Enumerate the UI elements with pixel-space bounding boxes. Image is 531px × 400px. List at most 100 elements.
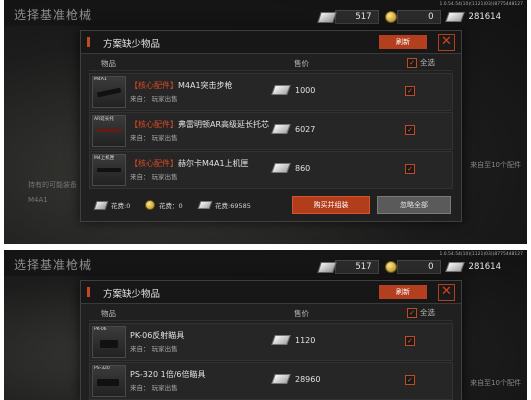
price-value: 6027 [295, 124, 316, 134]
item-checkbox[interactable]: ✓ [405, 125, 415, 135]
item-checkbox[interactable]: ✓ [405, 336, 415, 346]
currency-bill: 281614 [444, 11, 507, 23]
refresh-button[interactable]: 刷新 [379, 285, 427, 299]
item-thumbnail: AR延长托 [92, 115, 126, 147]
cost-bill: 花费:69585 [197, 200, 251, 210]
cost-cash: 花费:0 [93, 200, 130, 210]
header-accent [87, 287, 90, 297]
buy-and-assemble-button[interactable]: 购买并组装 [292, 196, 370, 214]
core-part-tag: 【核心配件】 [130, 159, 178, 168]
column-item: 物品 [101, 309, 116, 318]
item-source: 来自： 玩家出售 [130, 384, 178, 392]
item-thumbnail: PK-06 [92, 326, 126, 358]
game-screen-bottom: 选择基准枪械 1.0.54.54(10)(1121)03)(8775448127… [4, 250, 527, 400]
select-all-checkbox[interactable]: ✓ [407, 57, 417, 68]
item-name: PS-320 1倍/6倍瞄具 [130, 369, 205, 380]
cost-value: 花费：0 [159, 202, 183, 210]
bill-icon [271, 335, 291, 345]
game-screen-top: 选择基准枪械 1.0.54.54(10)(1121)03)(8775448127… [4, 0, 527, 244]
currency-bar: 517 0 281614 [313, 260, 507, 274]
currency-cash: 517 [316, 10, 379, 24]
dialog-title: 方案缺少物品 [103, 39, 161, 50]
missing-items-dialog: 方案缺少物品 刷新 ✕ 物品 售价 ✓ 全选 M4A1 【核心配件】M4A1突击… [80, 30, 462, 222]
currency-value: 281614 [468, 262, 501, 272]
core-part-tag: 【核心配件】 [130, 120, 178, 129]
missing-items-dialog: 方案缺少物品 刷新 ✕ 物品 售价 ✓ 全选 PK-06 PK-06反射瞄具 来… [80, 280, 462, 400]
select-all[interactable]: ✓ 全选 [407, 57, 435, 68]
thumb-label: PS-320 [94, 366, 110, 371]
select-all[interactable]: ✓ 全选 [407, 307, 435, 318]
item-row[interactable]: M4A1 【核心配件】M4A1突击步枪 来自： 玩家出售 1000 ✓ [89, 73, 453, 111]
currency-coin: 0 [384, 10, 441, 24]
item-row[interactable]: PK-06 PK-06反射瞄具 来自： 玩家出售 1120 ✓ [89, 323, 453, 361]
close-icon[interactable]: ✕ [438, 34, 455, 51]
thumb-label: M4上机匣 [94, 156, 115, 161]
item-source: 来自： 玩家出售 [130, 134, 178, 142]
currency-value: 281614 [468, 12, 501, 22]
bill-icon [444, 12, 465, 22]
item-source: 来自： 玩家出售 [130, 173, 178, 181]
bill-icon [271, 163, 291, 173]
item-row[interactable]: PS-320 PS-320 1倍/6倍瞄具 来自： 玩家出售 28960 ✓ [89, 362, 453, 400]
select-all-checkbox[interactable]: ✓ [407, 307, 417, 318]
close-icon[interactable]: ✕ [438, 284, 455, 301]
cash-icon [316, 261, 337, 273]
bill-icon [197, 201, 213, 209]
coin-icon [384, 11, 397, 23]
dialog-header: 方案缺少物品 刷新 ✕ [81, 281, 461, 304]
item-name: PK-06反射瞄具 [130, 330, 184, 341]
right-note: 来自至10个配件 [470, 379, 521, 387]
price-value: 28960 [295, 374, 321, 384]
rifle-icon [96, 87, 122, 98]
thumb-label: M4A1 [94, 77, 107, 82]
ignore-all-button[interactable]: 忽略全部 [377, 196, 451, 214]
stock-icon [97, 129, 121, 132]
price-value: 860 [295, 163, 311, 173]
item-title: 赫尔卡M4A1上机匣 [178, 159, 249, 168]
currency-value: 517 [334, 10, 379, 24]
item-checkbox[interactable]: ✓ [405, 86, 415, 96]
version-text: 1.0.54.54(10)(1121)03)(8775448127 [439, 252, 523, 257]
item-price: 6027 [271, 124, 316, 134]
currency-value: 0 [396, 260, 441, 274]
refresh-button[interactable]: 刷新 [379, 35, 427, 49]
currency-bill: 281614 [444, 261, 507, 273]
item-name: 【核心配件】弗雷明顿AR高级延长托芯 [130, 119, 269, 130]
column-header: 物品 售价 ✓ 全选 [89, 306, 453, 321]
item-price: 1000 [271, 85, 316, 95]
item-thumbnail: PS-320 [92, 365, 126, 397]
item-row[interactable]: M4上机匣 【核心配件】赫尔卡M4A1上机匣 来自： 玩家出售 860 ✓ [89, 151, 453, 189]
item-title: PS-320 1倍/6倍瞄具 [130, 370, 206, 379]
side-sub-label: M4A1 [28, 196, 48, 204]
select-all-label: 全选 [420, 308, 435, 317]
currency-bar: 517 0 281614 [313, 10, 507, 24]
coin-icon [384, 261, 397, 273]
item-row[interactable]: AR延长托 【核心配件】弗雷明顿AR高级延长托芯 来自： 玩家出售 6027 ✓ [89, 112, 453, 150]
item-source: 来自： 玩家出售 [130, 345, 178, 353]
dialog-header: 方案缺少物品 刷新 ✕ [81, 31, 461, 54]
select-all-label: 全选 [420, 58, 435, 67]
column-price: 售价 [294, 309, 309, 318]
item-checkbox[interactable]: ✓ [405, 375, 415, 385]
cash-icon [93, 200, 109, 210]
version-text: 1.0.54.54(10)(1121)03)(8775448127 [439, 2, 523, 7]
thumb-label: AR延长托 [94, 117, 114, 122]
scope-icon [100, 340, 118, 348]
column-item: 物品 [101, 59, 116, 68]
bill-icon [271, 85, 291, 95]
bill-icon [444, 262, 465, 272]
coin-icon [145, 200, 155, 210]
cash-icon [316, 11, 337, 23]
item-checkbox[interactable]: ✓ [405, 164, 415, 174]
side-label: 持有的可能装备 [28, 181, 77, 189]
dialog-footer: 花费:0 花费：0 花费:69585 购买并组装 忽略全部 [89, 194, 453, 216]
item-price: 1120 [271, 335, 315, 345]
thumb-label: PK-06 [94, 327, 107, 332]
currency-value: 517 [334, 260, 379, 274]
item-price: 28960 [271, 374, 321, 384]
bill-icon [271, 374, 291, 384]
page-title: 选择基准枪械 [14, 258, 93, 272]
price-value: 1000 [295, 85, 316, 95]
header-accent [87, 37, 90, 47]
cost-coin: 花费：0 [145, 200, 183, 210]
